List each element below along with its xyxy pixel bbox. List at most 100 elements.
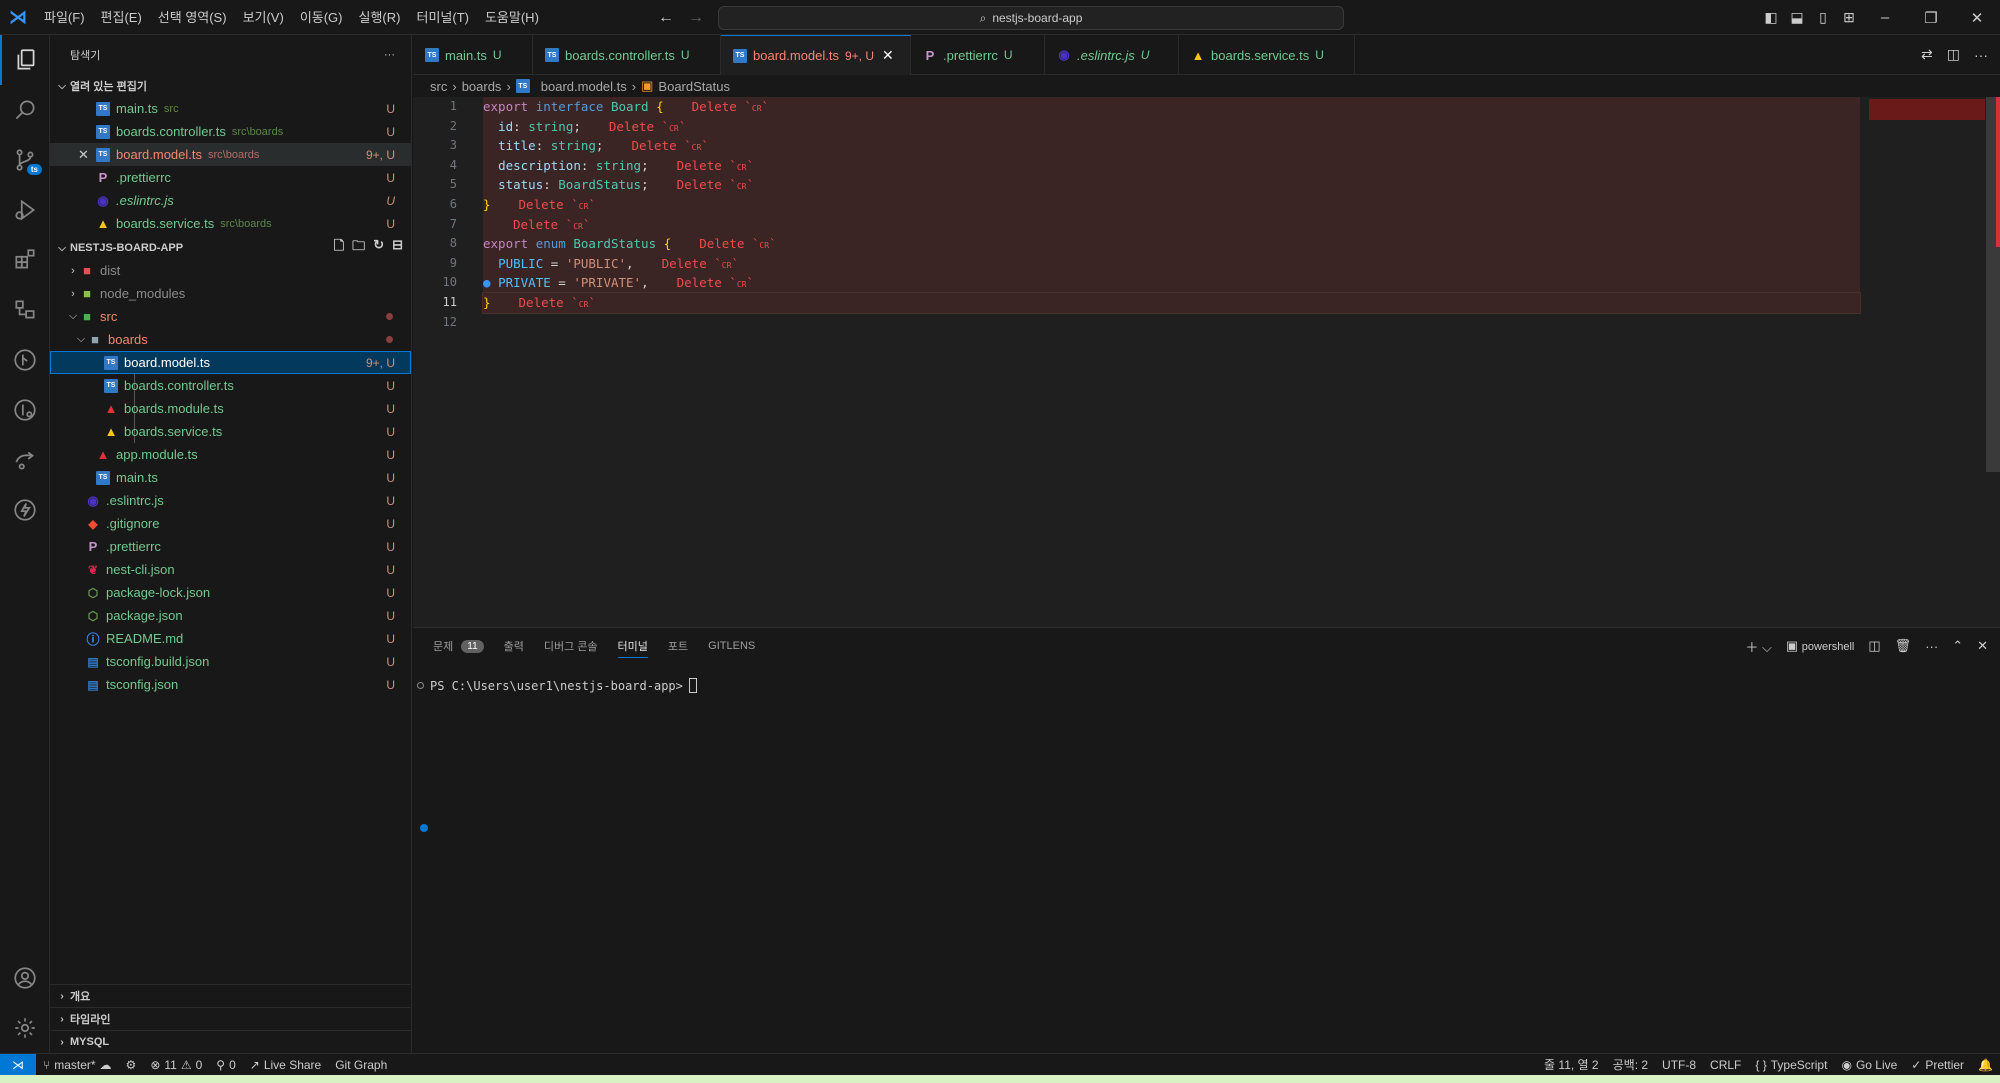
command-center-search[interactable]: ⌕ nestjs-board-app [718, 6, 1344, 30]
notifications-bell-icon[interactable]: 🔔 [1971, 1058, 2000, 1072]
tab-eslintrc[interactable]: ◉ .eslintrc.js U [1045, 35, 1179, 75]
tree-folder-node-modules[interactable]: › ■ node_modules [50, 282, 411, 305]
open-editor-item[interactable]: TS main.ts src U [50, 97, 411, 120]
activity-extensions[interactable] [0, 235, 50, 285]
project-header[interactable]: ⌵ NESTJS-BOARD-APP 🗋 🗀 ↻ ⊟ [50, 237, 411, 259]
timeline-section[interactable]: › 타임라인 [50, 1007, 412, 1030]
menu-help[interactable]: 도움말(H) [477, 0, 547, 35]
breadcrumb-src[interactable]: src [430, 79, 447, 94]
tree-folder-src[interactable]: ⌵ ■ src [50, 305, 411, 328]
status-language[interactable]: { } TypeScript [1748, 1058, 1834, 1072]
open-editor-item[interactable]: P .prettierrc U [50, 166, 411, 189]
refresh-icon[interactable]: ↻ [373, 237, 384, 259]
menu-selection[interactable]: 선택 영역(S) [150, 0, 235, 35]
tree-file[interactable]: ◆ .gitignore U [50, 512, 411, 535]
open-editor-item-active[interactable]: ✕ TS board.model.ts src\boards 9+, U [50, 143, 411, 166]
panel-tab-terminal[interactable]: 터미널 [617, 628, 649, 664]
tree-file[interactable]: ⬡ package-lock.json U [50, 581, 411, 604]
menu-run[interactable]: 실행(R) [351, 0, 409, 35]
minimize-icon[interactable]: – [1862, 9, 1908, 26]
activity-explorer[interactable] [0, 35, 50, 85]
editor-scrollbar[interactable] [1986, 97, 2000, 472]
breadcrumb-symbol[interactable]: BoardStatus [658, 79, 730, 94]
menu-go[interactable]: 이동(G) [292, 0, 351, 35]
tree-file[interactable]: ⓘ README.md U [50, 627, 411, 650]
kill-terminal-icon[interactable]: 🗑 [1895, 638, 1912, 654]
activity-search[interactable] [0, 85, 50, 135]
activity-accounts[interactable] [0, 953, 50, 1003]
status-extension-icon[interactable]: ⚙ [119, 1058, 144, 1072]
status-problems[interactable]: ⊗ 11 ⚠ 0 [143, 1058, 209, 1072]
lightbulb-icon[interactable]: ● [483, 275, 491, 290]
close-window-icon[interactable]: ✕ [1954, 9, 2000, 27]
open-editor-item[interactable]: ▲ boards.service.ts src\boards U [50, 212, 411, 235]
status-cursor-position[interactable]: 줄 11, 열 2 [1537, 1056, 1606, 1073]
status-branch[interactable]: ⑂ master* ☁ [36, 1058, 119, 1072]
minimap[interactable] [1868, 97, 1988, 627]
tab-board-model-active[interactable]: TS board.model.ts 9+, U ✕ [721, 35, 911, 75]
panel-tab-gitlens[interactable]: GITLENS [708, 628, 755, 664]
tree-file[interactable]: ▤ tsconfig.build.json U [50, 650, 411, 673]
customize-layout-icon[interactable]: ⊞ [1836, 9, 1862, 26]
activity-live-share[interactable] [0, 435, 50, 485]
status-encoding[interactable]: UTF-8 [1655, 1058, 1703, 1072]
tree-file[interactable]: ▤ tsconfig.json U [50, 673, 411, 696]
status-prettier[interactable]: ✓ Prettier [1904, 1058, 1971, 1072]
activity-run-debug[interactable] [0, 185, 50, 235]
status-eol[interactable]: CRLF [1703, 1058, 1748, 1072]
toggle-panel-icon[interactable]: ⬓ [1784, 9, 1810, 26]
menu-edit[interactable]: 편집(E) [93, 0, 150, 35]
tree-file[interactable]: ❦ nest-cli.json U [50, 558, 411, 581]
tree-folder-dist[interactable]: › ■ dist [50, 259, 411, 282]
terminal-shell-selector[interactable]: ▣ powershell [1786, 638, 1855, 654]
open-editor-item[interactable]: TS boards.controller.ts src\boards U [50, 120, 411, 143]
outline-section[interactable]: › 개요 [50, 984, 412, 1007]
menu-file[interactable]: 파일(F) [36, 0, 93, 35]
tree-file-selected[interactable]: TS board.model.ts 9+, U [50, 351, 411, 374]
status-ports[interactable]: ⚲ 0 [209, 1058, 242, 1072]
new-terminal-icon[interactable]: ＋ ⌵ [1745, 637, 1771, 656]
back-arrow-icon[interactable]: ← [658, 9, 674, 27]
panel-tab-debug-console[interactable]: 디버그 콘솔 [544, 628, 598, 664]
restore-icon[interactable]: ❐ [1908, 9, 1954, 27]
activity-remote-explorer[interactable] [0, 285, 50, 335]
activity-git-graph[interactable] [0, 335, 50, 385]
close-editor-icon[interactable]: ✕ [78, 147, 89, 163]
open-changes-icon[interactable]: ⇄ [1921, 46, 1933, 63]
tree-file[interactable]: ▲ app.module.ts U [50, 443, 411, 466]
tree-file[interactable]: TS boards.controller.ts U [50, 374, 411, 397]
activity-gitlens[interactable] [0, 385, 50, 435]
editor-more-actions-icon[interactable]: ··· [1974, 47, 1988, 63]
terminal-prompt-line[interactable]: PS C:\Users\user1\nestjs-board-app> [417, 678, 697, 693]
tree-file[interactable]: ▲ boards.module.ts U [50, 397, 411, 420]
menu-view[interactable]: 보기(V) [235, 0, 292, 35]
tab-main-ts[interactable]: TS main.ts U [413, 35, 533, 75]
menu-terminal[interactable]: 터미널(T) [408, 0, 476, 35]
open-editor-item[interactable]: ◉ .eslintrc.js U [50, 189, 411, 212]
more-actions-icon[interactable]: ··· [384, 49, 395, 61]
split-terminal-icon[interactable]: ◫ [1868, 638, 1880, 654]
breadcrumb-boards[interactable]: boards [462, 79, 502, 94]
panel-tab-ports[interactable]: 포트 [668, 628, 688, 664]
activity-thunder-client[interactable] [0, 485, 50, 535]
tree-file[interactable]: ⬡ package.json U [50, 604, 411, 627]
mysql-section[interactable]: › MYSQL [50, 1030, 412, 1053]
tab-boards-service[interactable]: ▲ boards.service.ts U [1179, 35, 1355, 75]
open-editors-header[interactable]: ⌵ 열려 있는 편집기 [50, 75, 411, 97]
tree-file[interactable]: TS main.ts U [50, 466, 411, 489]
split-editor-icon[interactable]: ◫ [1947, 46, 1960, 63]
status-git-graph[interactable]: Git Graph [328, 1058, 394, 1072]
tab-prettierrc[interactable]: P .prettierrc U [911, 35, 1045, 75]
new-file-icon[interactable]: 🗋 [334, 237, 344, 259]
status-indentation[interactable]: 공백: 2 [1606, 1056, 1655, 1073]
forward-arrow-icon[interactable]: → [688, 9, 704, 27]
toggle-secondary-sidebar-icon[interactable]: ▯ [1810, 9, 1836, 26]
panel-tab-problems[interactable]: 문제 11 [433, 628, 484, 664]
activity-manage[interactable] [0, 1003, 50, 1053]
status-go-live[interactable]: ◉ Go Live [1834, 1058, 1904, 1072]
toggle-sidebar-icon[interactable]: ◧ [1758, 9, 1784, 26]
panel-tab-output[interactable]: 출력 [504, 628, 524, 664]
tree-file[interactable]: ◉ .eslintrc.js U [50, 489, 411, 512]
close-panel-icon[interactable]: ✕ [1977, 638, 1988, 654]
panel-more-actions-icon[interactable]: ··· [1925, 639, 1938, 654]
